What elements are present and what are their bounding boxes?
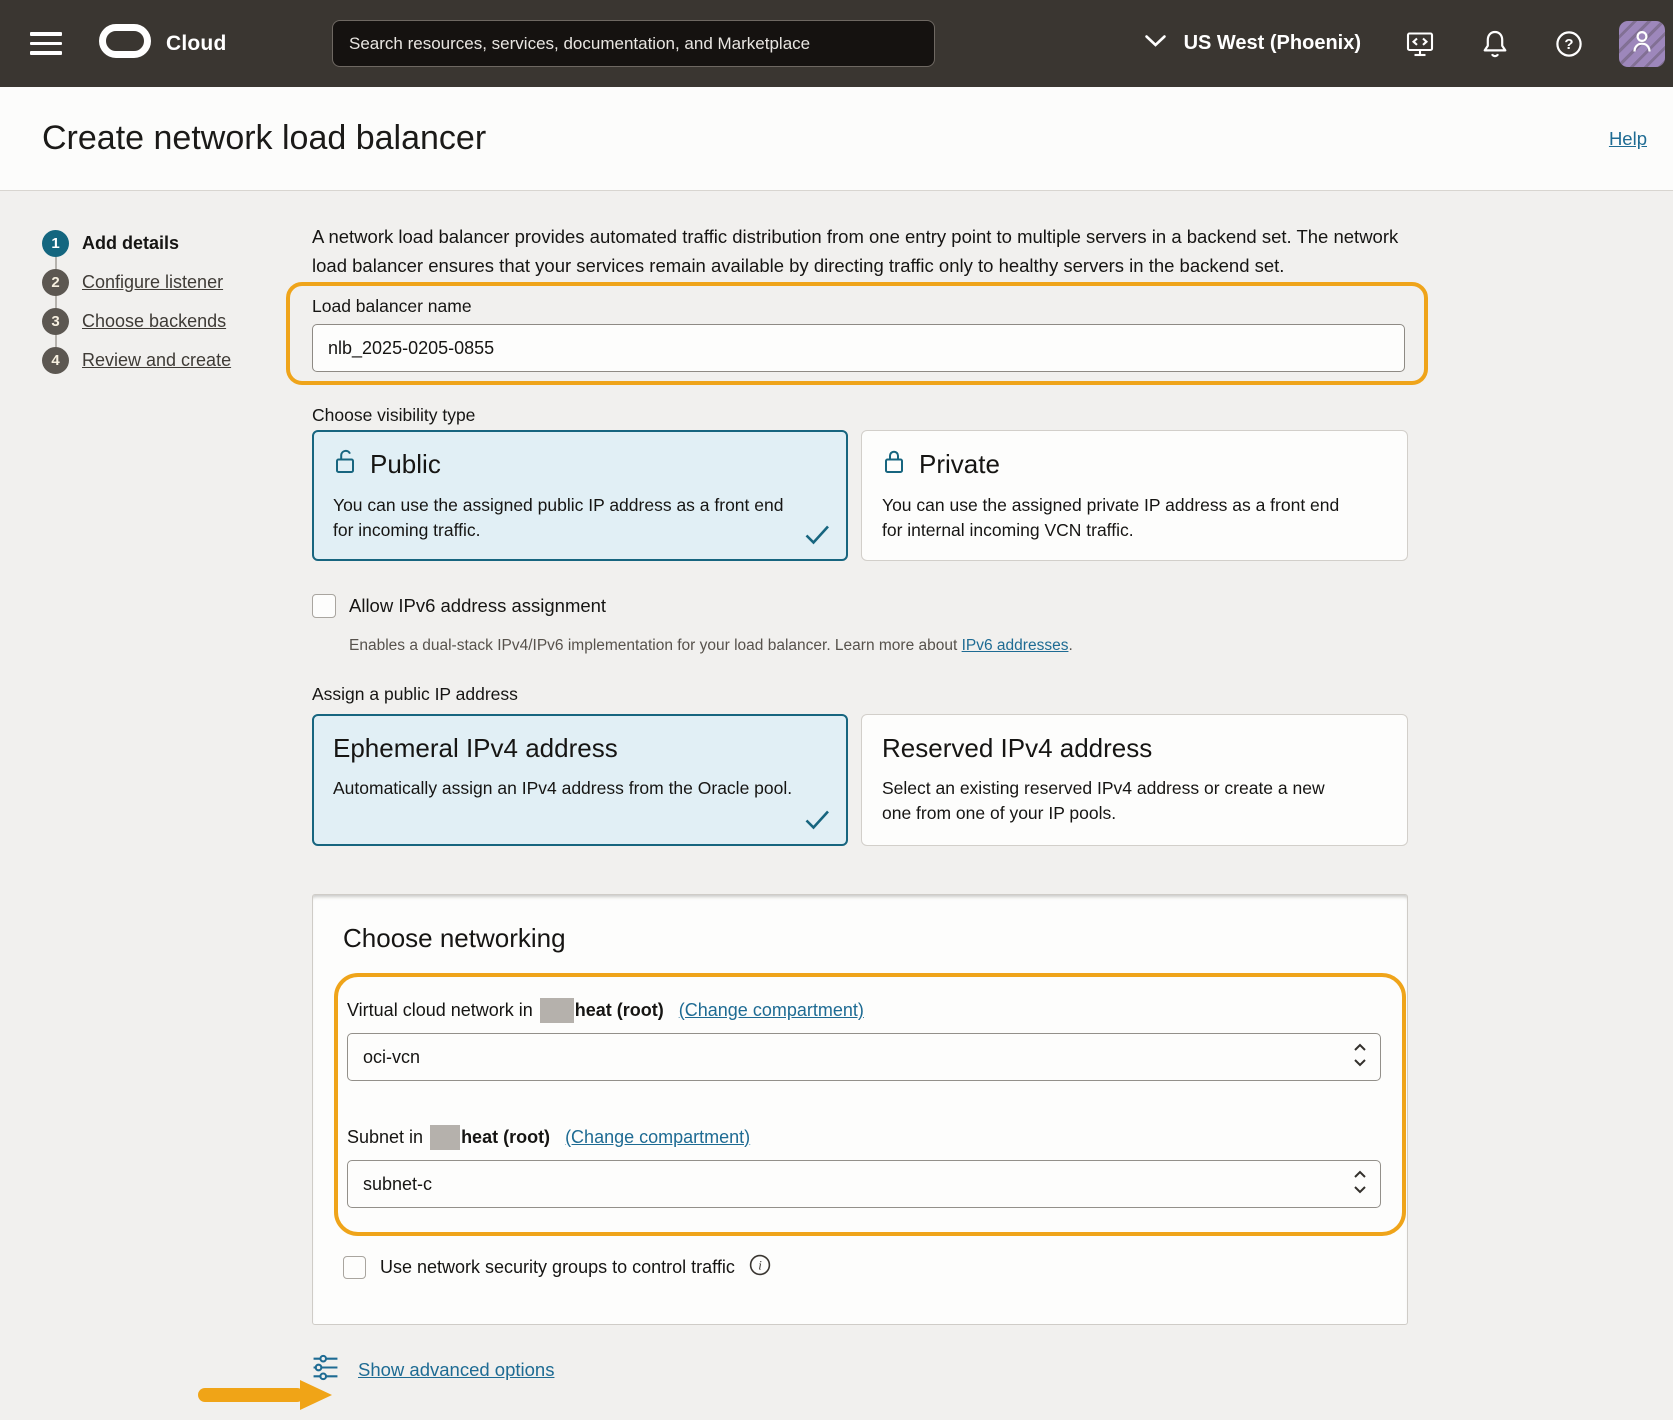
intro-text: A network load balancer provides automat… (312, 222, 1400, 280)
show-advanced-options-link[interactable]: Show advanced options (358, 1359, 554, 1381)
helper-suffix: . (1068, 637, 1072, 654)
wizard-stepper: 1 Add details 2 Configure listener 3 Cho… (42, 230, 231, 386)
vcn-change-compartment-link[interactable]: (Change compartment) (679, 1000, 864, 1021)
ipv6-checkbox-row: Allow IPv6 address assignment (312, 594, 1408, 618)
lock-closed-icon (882, 447, 906, 481)
top-navigation-bar: Cloud US West (Phoenix) (0, 0, 1673, 87)
choose-networking-card: Choose networking Virtual cloud network … (312, 894, 1408, 1325)
nsg-checkbox-row: Use network security groups to control t… (343, 1254, 1407, 1281)
help-link[interactable]: Help (1609, 128, 1647, 150)
help-question-icon[interactable]: ? (1555, 30, 1583, 58)
visibility-card-row: Public You can use the assigned public I… (312, 430, 1408, 561)
visibility-type-label: Choose visibility type (312, 405, 1408, 425)
page-title: Create network load balancer (42, 119, 486, 158)
load-balancer-name-label: Load balancer name (312, 296, 1401, 316)
card-description: Select an existing reserved IPv4 address… (882, 776, 1352, 826)
ip-card-reserved[interactable]: Reserved IPv4 address Select an existing… (861, 714, 1408, 846)
step-add-details[interactable]: 1 Add details (42, 230, 231, 257)
vcn-compartment: heat (root) (575, 1000, 664, 1021)
annotation-highlight-name: Load balancer name (286, 282, 1428, 385)
annotation-highlight-networking: Virtual cloud network in heat (root) (Ch… (334, 973, 1406, 1236)
vcn-select[interactable]: oci-vcn (347, 1033, 1381, 1081)
step-label[interactable]: Review and create (82, 350, 231, 371)
step-number: 2 (42, 269, 69, 296)
helper-prefix: Enables a dual-stack IPv4/IPv6 implement… (349, 637, 962, 654)
search-input[interactable] (332, 20, 935, 67)
topbar-right-cluster: US West (Phoenix) ? (1144, 21, 1673, 67)
notifications-bell-icon[interactable] (1481, 29, 1509, 59)
subnet-compartment: heat (root) (461, 1127, 550, 1148)
select-chevrons-icon (1353, 1042, 1367, 1073)
sliders-icon (312, 1354, 339, 1386)
step-number: 3 (42, 308, 69, 335)
brand-name: Cloud (166, 32, 226, 56)
redacted-text (430, 1125, 460, 1150)
card-description: Automatically assign an IPv4 address fro… (333, 776, 803, 801)
step-configure-listener[interactable]: 2 Configure listener (42, 269, 231, 296)
ipv6-checkbox-label[interactable]: Allow IPv6 address assignment (349, 595, 606, 617)
lock-open-icon (333, 447, 357, 481)
card-description: You can use the assigned private IP addr… (882, 493, 1352, 543)
svg-text:i: i (758, 1258, 762, 1273)
visibility-card-private[interactable]: Private You can use the assigned private… (861, 430, 1408, 561)
vcn-label: Virtual cloud network in heat (root) (Ch… (347, 998, 1376, 1022)
subnet-label-prefix: Subnet in (347, 1127, 423, 1148)
oracle-logo-icon (98, 23, 152, 64)
page-header: Create network load balancer Help (0, 87, 1673, 191)
ipv6-addresses-link[interactable]: IPv6 addresses (962, 637, 1069, 654)
public-ip-label: Assign a public IP address (312, 684, 1408, 704)
vcn-select-value: oci-vcn (363, 1047, 1353, 1068)
oracle-cloud-logo[interactable]: Cloud (98, 23, 226, 64)
card-title: Public (370, 449, 441, 480)
user-avatar[interactable] (1619, 21, 1665, 67)
step-label[interactable]: Add details (82, 233, 179, 254)
public-ip-card-row: Ephemeral IPv4 address Automatically ass… (312, 714, 1408, 846)
form-main-column: A network load balancer provides automat… (312, 191, 1408, 1398)
visibility-card-public[interactable]: Public You can use the assigned public I… (312, 430, 848, 561)
subnet-block: Subnet in heat (root) (Change compartmen… (343, 1125, 1376, 1208)
global-search (332, 20, 935, 67)
load-balancer-name-input[interactable] (312, 324, 1405, 372)
step-review-and-create[interactable]: 4 Review and create (42, 347, 231, 374)
info-icon[interactable]: i (749, 1254, 771, 1281)
selected-check-icon (803, 808, 831, 836)
step-choose-backends[interactable]: 3 Choose backends (42, 308, 231, 335)
card-title: Private (919, 449, 1000, 480)
step-number: 4 (42, 347, 69, 374)
person-icon (1627, 26, 1657, 61)
card-title: Reserved IPv4 address (882, 733, 1152, 764)
networking-title: Choose networking (313, 895, 1407, 954)
hamburger-menu-icon[interactable] (30, 30, 66, 58)
ipv6-helper-text: Enables a dual-stack IPv4/IPv6 implement… (349, 637, 1408, 656)
step-label[interactable]: Configure listener (82, 272, 223, 293)
region-label: US West (Phoenix) (1184, 32, 1361, 55)
ip-card-ephemeral[interactable]: Ephemeral IPv4 address Automatically ass… (312, 714, 848, 846)
nsg-checkbox-label[interactable]: Use network security groups to control t… (380, 1257, 735, 1278)
nsg-checkbox[interactable] (343, 1256, 366, 1279)
svg-text:?: ? (1564, 36, 1573, 53)
select-chevrons-icon (1353, 1169, 1367, 1200)
chevron-down-icon (1144, 34, 1167, 53)
step-number: 1 (42, 230, 69, 257)
card-title: Ephemeral IPv4 address (333, 733, 618, 764)
advanced-options-row: Show advanced options (312, 1354, 1408, 1398)
step-label[interactable]: Choose backends (82, 311, 226, 332)
selected-check-icon (803, 523, 831, 551)
subnet-change-compartment-link[interactable]: (Change compartment) (565, 1127, 750, 1148)
redacted-text (540, 998, 574, 1023)
subnet-label: Subnet in heat (root) (Change compartmen… (347, 1125, 1376, 1149)
subnet-select-value: subnet-c (363, 1174, 1353, 1195)
subnet-select[interactable]: subnet-c (347, 1160, 1381, 1208)
cloud-shell-icon[interactable] (1405, 29, 1435, 59)
vcn-label-prefix: Virtual cloud network in (347, 1000, 533, 1021)
card-description: You can use the assigned public IP addre… (333, 493, 803, 543)
content-area: 1 Add details 2 Configure listener 3 Cho… (0, 191, 1673, 1420)
region-selector[interactable]: US West (Phoenix) (1144, 32, 1361, 55)
ipv6-checkbox[interactable] (312, 594, 336, 618)
